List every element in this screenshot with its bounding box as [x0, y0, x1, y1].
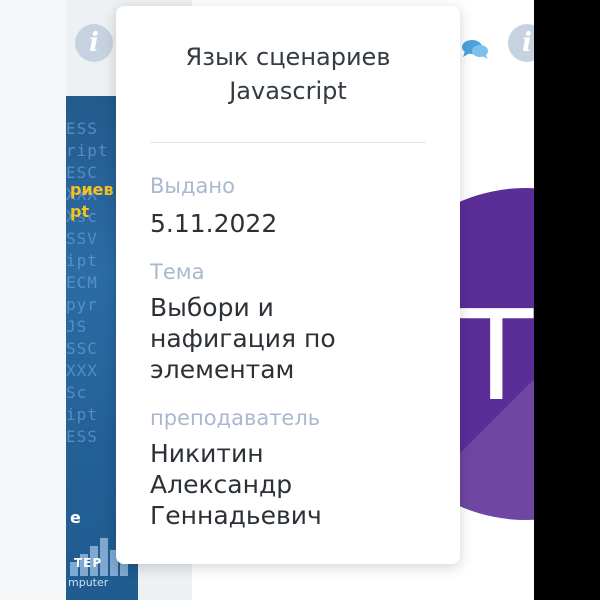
popover-title-line: Javascript	[229, 77, 347, 105]
left-gutter	[0, 0, 66, 600]
book-cover-logo: TEP	[74, 556, 103, 570]
teacher-value-line: Александр	[150, 470, 293, 499]
topic-value-line: нафигация по	[150, 324, 336, 353]
teacher-value-line: Никитин	[150, 439, 264, 468]
teacher-value: Никитин Александр Геннадьевич	[150, 438, 440, 531]
certificate-popover: Язык сценариев Javascript Выдано 5.11.20…	[116, 6, 460, 564]
book-cover-text: e	[70, 508, 81, 527]
chat-icon[interactable]	[460, 38, 490, 60]
popover-title: Язык сценариев Javascript	[116, 40, 460, 108]
book-cover-subtitle: mputer	[68, 576, 109, 589]
issued-label: Выдано	[150, 174, 235, 198]
topic-value-line: Выбори и	[150, 293, 274, 322]
book-cover-text: pt	[70, 202, 90, 221]
popover-title-line: Язык сценариев	[185, 43, 391, 71]
topic-label: Тема	[150, 260, 205, 284]
issued-value: 5.11.2022	[150, 209, 278, 238]
info-icon[interactable]: i	[75, 24, 113, 62]
book-cover-text: риев	[70, 180, 114, 199]
popover-divider	[150, 142, 426, 143]
info-icon[interactable]: i	[508, 24, 534, 62]
course-logo-letter: T	[456, 280, 534, 427]
teacher-value-line: Геннадьевич	[150, 501, 322, 530]
topic-value-line: элементам	[150, 355, 295, 384]
viewport: ESS ript ESC XXX Xsc SSV ipt ECM pyr JS …	[0, 0, 534, 600]
topic-value: Выбори и нафигация по элементам	[150, 292, 440, 385]
teacher-label: преподаватель	[150, 406, 321, 430]
